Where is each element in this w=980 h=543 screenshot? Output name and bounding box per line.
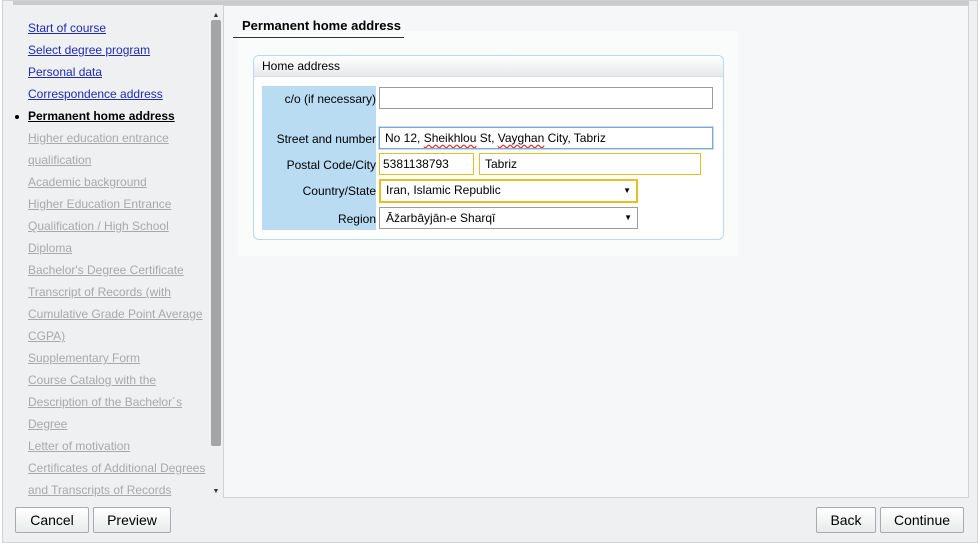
region-selected-value: Āžarbāyjān-e Sharqī bbox=[386, 211, 496, 225]
sidebar-item-cumulative-gpa: Cumulative Grade Point Average bbox=[28, 303, 208, 325]
sidebar-item-personal-data[interactable]: Personal data bbox=[28, 61, 208, 83]
street-text-misspelled: Vayghan bbox=[497, 131, 545, 145]
sidebar-item-transcript-of-records: Transcript of Records (with bbox=[28, 281, 208, 303]
application-window: Start of course Select degree program Pe… bbox=[2, 0, 978, 543]
sidebar-link-disabled: Higher Education Entrance bbox=[28, 197, 172, 211]
sidebar-link[interactable]: Correspondence address bbox=[28, 87, 163, 101]
sidebar-link-current[interactable]: Permanent home address bbox=[28, 109, 175, 123]
sidebar-item-qualification-high-school: Qualification / High School bbox=[28, 215, 208, 237]
sidebar-scrollbar[interactable]: ▲ ▼ bbox=[210, 9, 222, 499]
street-text-part: City, Tabriz bbox=[544, 131, 606, 145]
sidebar-link-disabled: Diploma bbox=[28, 241, 73, 255]
preview-button[interactable]: Preview bbox=[93, 507, 171, 533]
country-state-label: Country/State bbox=[302, 184, 376, 198]
scroll-down-arrow-icon[interactable]: ▼ bbox=[211, 487, 221, 497]
sidebar-link-disabled: Cumulative Grade Point Average bbox=[28, 307, 203, 321]
sidebar-link-disabled: Academic background bbox=[28, 175, 147, 189]
postal-code-input[interactable]: 5381138793 bbox=[379, 153, 474, 175]
sidebar-link-disabled: Course Catalog with the bbox=[28, 373, 157, 387]
street-text-part: St, bbox=[476, 131, 498, 145]
sidebar-item-diploma: Diploma bbox=[28, 237, 208, 259]
sidebar: Start of course Select degree program Pe… bbox=[3, 5, 223, 497]
sidebar-item-higher-education-entrance: Higher education entrance bbox=[28, 127, 208, 149]
sidebar-item-transcripts-of-records: and Transcripts of Records bbox=[28, 479, 208, 501]
sidebar-item-higher-education-entrance-2: Higher Education Entrance bbox=[28, 193, 208, 215]
street-input[interactable]: No 12, Sheikhlou St, Vayghan City, Tabri… bbox=[379, 127, 713, 149]
sidebar-item-academic-background: Academic background bbox=[28, 171, 208, 193]
sidebar-nav: Start of course Select degree program Pe… bbox=[15, 17, 208, 501]
page-title: Permanent home address bbox=[233, 14, 404, 38]
co-label: c/o (if necessary) bbox=[284, 92, 376, 106]
co-input[interactable] bbox=[379, 87, 713, 109]
main-panel: Permanent home address Home address c/o … bbox=[223, 5, 969, 498]
sidebar-link-disabled: Transcript of Records (with bbox=[28, 285, 171, 299]
sidebar-item-course-catalog: Course Catalog with the bbox=[28, 369, 208, 391]
dropdown-arrow-icon[interactable]: ▼ bbox=[623, 184, 631, 198]
country-selected-value: Iran, Islamic Republic bbox=[386, 183, 501, 197]
sidebar-item-certificates-additional-degrees: Certificates of Additional Degrees bbox=[28, 457, 208, 479]
fieldset-legend: Home address bbox=[254, 56, 723, 77]
sidebar-item-select-degree-program[interactable]: Select degree program bbox=[28, 39, 208, 61]
street-text-part: No 12, bbox=[385, 131, 424, 145]
continue-button[interactable]: Continue bbox=[880, 507, 964, 533]
sidebar-link-disabled: Degree bbox=[28, 417, 68, 431]
sidebar-item-permanent-home-address[interactable]: Permanent home address bbox=[15, 105, 208, 127]
sidebar-link-disabled: Certificates of Additional Degrees bbox=[28, 461, 206, 475]
sidebar-link-disabled: Higher education entrance bbox=[28, 131, 169, 145]
sidebar-link-disabled: and Transcripts of Records bbox=[28, 483, 172, 497]
street-text-misspelled: Sheikhlou bbox=[423, 131, 477, 145]
street-label: Street and number bbox=[276, 132, 376, 146]
sidebar-link-disabled: Bachelor's Degree Certificate bbox=[28, 263, 184, 277]
sidebar-link-disabled: Description of the Bachelor´s bbox=[28, 395, 183, 409]
sidebar-item-description-bachelors: Description of the Bachelor´s bbox=[28, 391, 208, 413]
sidebar-link-disabled: qualification bbox=[28, 153, 92, 167]
city-input[interactable]: Tabriz bbox=[479, 153, 701, 175]
sidebar-link[interactable]: Personal data bbox=[28, 65, 102, 79]
dropdown-arrow-icon[interactable]: ▼ bbox=[624, 211, 632, 225]
cancel-button[interactable]: Cancel bbox=[15, 507, 89, 533]
postal-city-label: Postal Code/City bbox=[286, 158, 376, 172]
sidebar-item-qualification: qualification bbox=[28, 149, 208, 171]
sidebar-item-letter-of-motivation: Letter of motivation bbox=[28, 435, 208, 457]
sidebar-item-correspondence-address[interactable]: Correspondence address bbox=[28, 83, 208, 105]
sidebar-link-disabled: CGPA) bbox=[28, 329, 66, 343]
sidebar-item-degree: Degree bbox=[28, 413, 208, 435]
sidebar-item-supplementary-form: Supplementary Form bbox=[28, 347, 208, 369]
sidebar-link-disabled: Qualification / High School bbox=[28, 219, 169, 233]
sidebar-link[interactable]: Start of course bbox=[28, 21, 106, 35]
sidebar-link[interactable]: Select degree program bbox=[28, 43, 150, 57]
sidebar-item-bachelors-degree-certificate: Bachelor's Degree Certificate bbox=[28, 259, 208, 281]
scrollbar-thumb[interactable] bbox=[211, 20, 221, 446]
home-address-fieldset: Home address c/o (if necessary) Street a… bbox=[253, 55, 724, 240]
sidebar-item-start-of-course[interactable]: Start of course bbox=[28, 17, 208, 39]
sidebar-item-cgpa: CGPA) bbox=[28, 325, 208, 347]
region-label: Region bbox=[337, 212, 376, 226]
region-select[interactable]: Āžarbāyjān-e Sharqī ▼ bbox=[379, 207, 638, 229]
sidebar-link-disabled: Supplementary Form bbox=[28, 351, 141, 365]
country-select[interactable]: Iran, Islamic Republic ▼ bbox=[379, 179, 638, 203]
sidebar-link-disabled: Letter of motivation bbox=[28, 439, 131, 453]
back-button[interactable]: Back bbox=[816, 507, 876, 533]
